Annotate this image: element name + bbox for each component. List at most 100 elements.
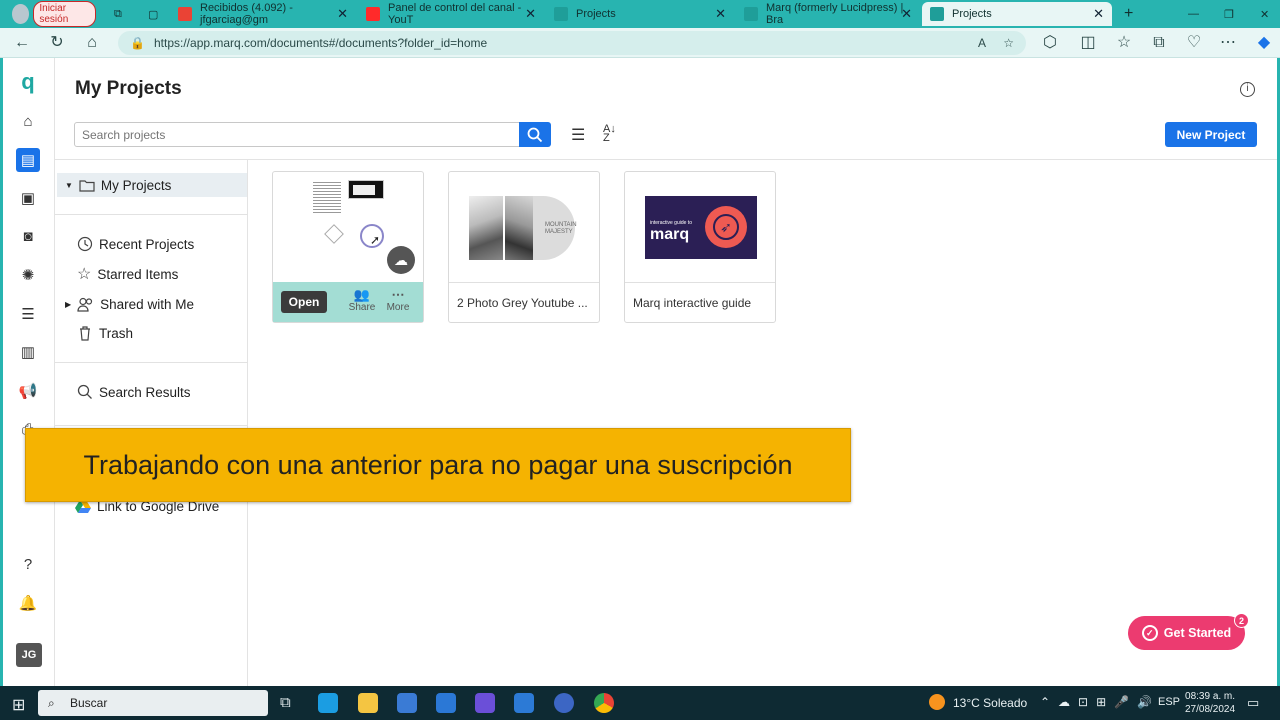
sort-az-icon[interactable]: A↓ Z bbox=[603, 124, 616, 144]
close-window-icon[interactable]: ✕ bbox=[1252, 2, 1272, 26]
campaigns-nav-icon[interactable]: 📢 bbox=[17, 380, 39, 402]
maximize-icon[interactable]: ❐ bbox=[1216, 2, 1236, 26]
user-avatar[interactable]: JG bbox=[16, 643, 42, 667]
file-explorer-icon[interactable] bbox=[358, 693, 378, 713]
images-nav-icon[interactable]: ▣ bbox=[17, 187, 39, 209]
split-screen-icon[interactable]: ◫ bbox=[1078, 34, 1098, 52]
close-tab-icon[interactable]: ✕ bbox=[337, 6, 348, 22]
tab-projects[interactable]: Projects ✕ bbox=[546, 2, 734, 26]
more-button[interactable]: ⋯ More bbox=[383, 288, 413, 314]
sidebar-item-recent[interactable]: Recent Projects bbox=[77, 234, 194, 254]
clock-icon bbox=[77, 236, 93, 252]
documents-nav-icon[interactable]: ▤ bbox=[16, 148, 40, 172]
caret-down-icon[interactable]: ▼ bbox=[65, 181, 73, 190]
extensions-icon[interactable]: ⬡ bbox=[1040, 34, 1060, 52]
settings-more-icon[interactable]: ⋯ bbox=[1218, 34, 1238, 52]
get-started-button[interactable]: ✓ Get Started bbox=[1128, 616, 1245, 650]
home-nav-icon[interactable]: ⌂ bbox=[17, 110, 39, 132]
sidebar-item-my-projects[interactable]: ▼ My Projects bbox=[65, 175, 171, 195]
tab-marq-brand[interactable]: Marq (formerly Lucidpress) | Bra ✕ bbox=[736, 2, 920, 26]
thumbnail-image-block bbox=[348, 180, 384, 199]
caret-right-icon[interactable]: ▶ bbox=[65, 300, 71, 309]
search-button[interactable] bbox=[519, 122, 551, 147]
card-divider bbox=[625, 282, 775, 283]
editor-app-icon[interactable] bbox=[514, 693, 534, 713]
windows-start-icon[interactable]: ⊞ bbox=[12, 695, 25, 715]
project-card[interactable]: interactive guide to marq ➶ Marq interac… bbox=[624, 171, 776, 323]
gmail-icon bbox=[178, 7, 192, 21]
share-people-icon: 👥 bbox=[353, 287, 371, 302]
mouse-cursor-icon: ➚ bbox=[370, 233, 381, 247]
mail-icon[interactable] bbox=[436, 693, 456, 713]
new-tab-icon[interactable]: + bbox=[1116, 2, 1136, 26]
media-app-icon[interactable] bbox=[475, 693, 495, 713]
favorite-star-icon[interactable]: ☆ bbox=[1003, 31, 1014, 55]
marq-guide-thumbnail: interactive guide to marq ➶ bbox=[645, 196, 757, 259]
copilot-icon[interactable]: ◆ bbox=[1254, 34, 1274, 52]
vertical-tabs-icon[interactable]: ▢ bbox=[140, 2, 166, 26]
info-icon[interactable]: i bbox=[1240, 82, 1255, 97]
marq-logo-icon[interactable]: q bbox=[17, 69, 39, 94]
help-icon[interactable]: ? bbox=[17, 553, 39, 575]
collections-icon[interactable]: ⧉ bbox=[1149, 34, 1169, 52]
system-tray-icons[interactable]: ⌃☁⊡⊞🎤🔊 bbox=[1040, 695, 1160, 709]
notifications-icon[interactable]: ▭ bbox=[1247, 695, 1259, 711]
edge-taskbar-icon[interactable] bbox=[318, 693, 338, 713]
brand-nav-icon[interactable]: ✺ bbox=[17, 264, 39, 286]
refresh-icon[interactable]: ↻ bbox=[47, 34, 67, 52]
minimize-icon[interactable]: — bbox=[1180, 2, 1200, 26]
data-nav-icon[interactable]: ☰ bbox=[17, 303, 39, 325]
templates-nav-icon[interactable]: ◙ bbox=[17, 225, 39, 247]
marq-icon bbox=[930, 7, 944, 21]
project-card[interactable]: MOUNTAIN MAJESTY 2 Photo Grey Youtube ..… bbox=[448, 171, 600, 323]
close-tab-icon[interactable]: ✕ bbox=[901, 6, 912, 22]
lock-icon: 🔒 bbox=[130, 36, 145, 50]
list-view-icon[interactable]: ☰ bbox=[571, 125, 585, 145]
taskbar-search[interactable]: ⌕ Buscar bbox=[38, 690, 268, 716]
tab-actions-icon[interactable]: ⧉ bbox=[106, 2, 136, 26]
browser-essentials-icon[interactable]: ♡ bbox=[1184, 34, 1204, 52]
bell-icon[interactable]: 🔔 bbox=[17, 592, 39, 614]
back-icon[interactable]: ← bbox=[12, 34, 32, 52]
project-title[interactable]: Marq interactive guide bbox=[633, 296, 769, 310]
sidebar-item-search-results[interactable]: Search Results bbox=[77, 382, 191, 402]
avatar bbox=[12, 4, 30, 24]
analytics-nav-icon[interactable]: ▥ bbox=[17, 341, 39, 363]
weather-sun-icon bbox=[929, 694, 945, 710]
clock[interactable]: 08:39 a. m. 27/08/2024 bbox=[1185, 690, 1235, 716]
tab-gmail[interactable]: Recibidos (4.092) - jfgarciag@gm ✕ bbox=[170, 2, 356, 26]
weather-text[interactable]: 13°C Soleado bbox=[953, 696, 1027, 710]
url-field[interactable]: 🔒 https://app.marq.com/documents#/docume… bbox=[118, 31, 1026, 55]
app-circle-icon[interactable] bbox=[554, 693, 574, 713]
tab-youtube[interactable]: Panel de control del canal - YouT ✕ bbox=[358, 2, 544, 26]
search-input[interactable] bbox=[74, 122, 520, 147]
sidebar-item-shared[interactable]: ▶ Shared with Me bbox=[65, 294, 194, 314]
close-tab-icon[interactable]: ✕ bbox=[1093, 6, 1104, 22]
close-tab-icon[interactable]: ✕ bbox=[715, 6, 726, 22]
home-icon[interactable]: ⌂ bbox=[82, 34, 102, 52]
store-icon[interactable] bbox=[397, 693, 417, 713]
project-title[interactable]: 2 Photo Grey Youtube ... bbox=[457, 296, 593, 310]
address-bar-row: ← ↻ ⌂ 🔒 https://app.marq.com/documents#/… bbox=[0, 28, 1280, 58]
task-view-icon[interactable]: ⧉ bbox=[280, 694, 291, 711]
thumbnail-wordmark: marq bbox=[650, 226, 690, 243]
signin-label: Iniciar sesión bbox=[33, 1, 96, 27]
new-project-button[interactable]: New Project bbox=[1165, 122, 1257, 147]
app-area: q ⌂ ▤ ▣ ◙ ✺ ☰ ▥ 📢 ⎙ ? 🔔 JG My Projects i… bbox=[0, 58, 1280, 686]
page-title: My Projects bbox=[75, 78, 182, 99]
chrome-icon[interactable] bbox=[594, 693, 614, 713]
language-indicator[interactable]: ESP bbox=[1158, 696, 1180, 708]
tab-projects-active[interactable]: Projects ✕ bbox=[922, 2, 1112, 26]
favorites-icon[interactable]: ☆ bbox=[1114, 34, 1134, 52]
star-icon: ☆ bbox=[77, 266, 92, 283]
profile-signin-tab[interactable]: Iniciar sesión bbox=[4, 1, 96, 27]
share-button[interactable]: 👥 Share bbox=[347, 287, 377, 314]
read-aloud-icon[interactable]: A bbox=[978, 31, 986, 55]
sidebar-item-trash[interactable]: Trash bbox=[77, 323, 133, 343]
sidebar-item-starred[interactable]: ☆ Starred Items bbox=[77, 264, 178, 284]
project-card[interactable]: ➚ ☁ Open 👥 Share ⋯ More bbox=[272, 171, 424, 323]
thumbnail-caption: MOUNTAIN MAJESTY bbox=[545, 222, 577, 235]
close-tab-icon[interactable]: ✕ bbox=[525, 6, 536, 22]
open-button[interactable]: Open bbox=[281, 291, 327, 313]
folder-icon bbox=[79, 179, 95, 192]
